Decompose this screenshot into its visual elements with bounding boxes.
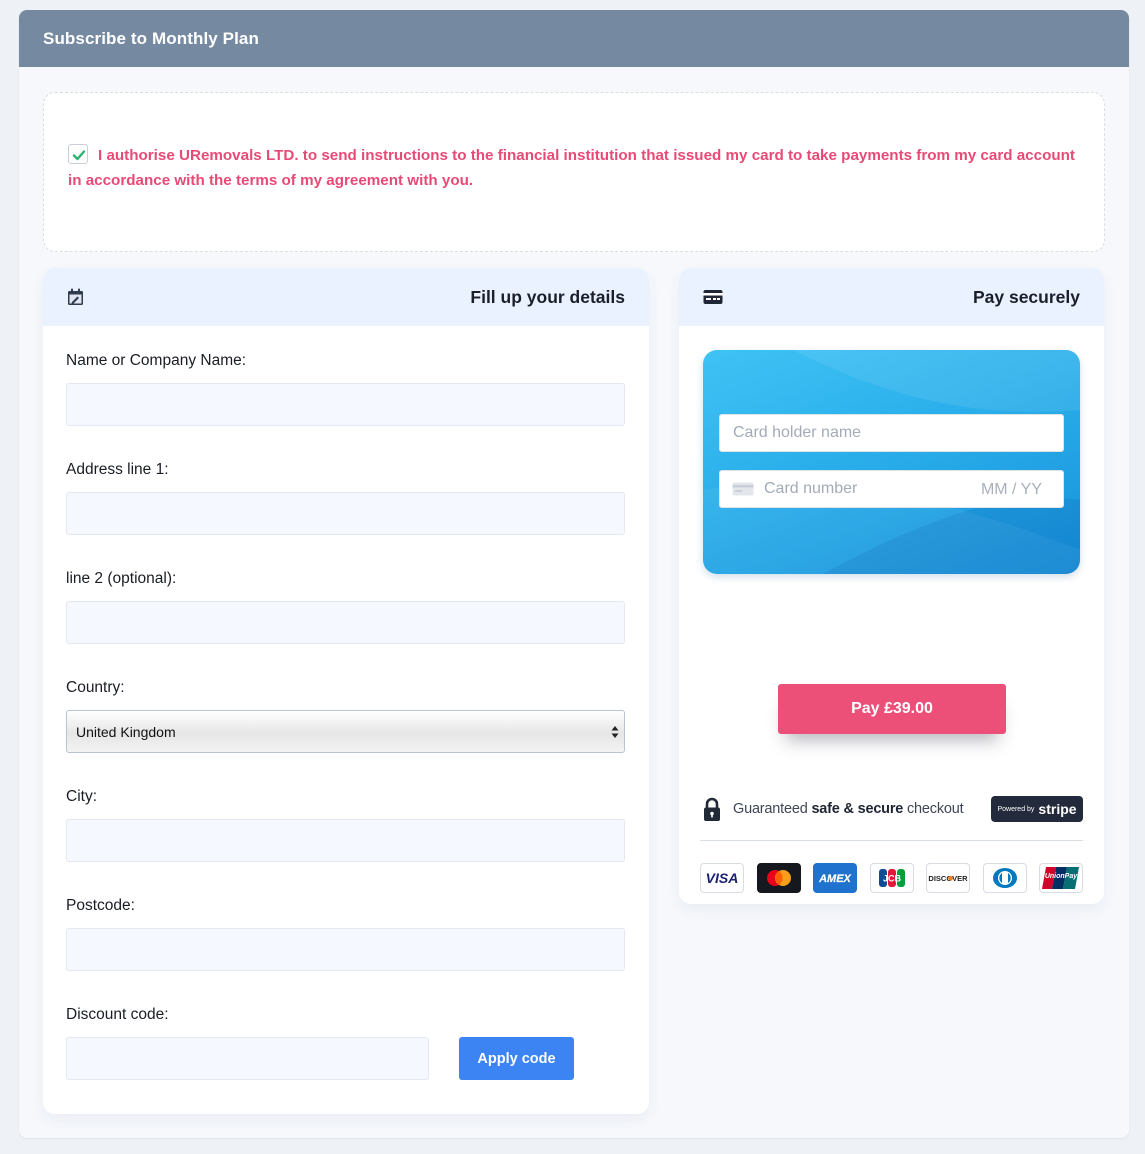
amex-icon: AMEX <box>813 863 857 893</box>
payment-panel: Pay securely Card holder name Card numbe… <box>679 268 1104 904</box>
pay-button[interactable]: Pay £39.00 <box>778 684 1006 734</box>
subscription-window: Subscribe to Monthly Plan I authorise UR… <box>19 10 1129 1138</box>
checkmark-icon <box>72 150 86 161</box>
details-title: Fill up your details <box>470 286 625 307</box>
credit-card-icon <box>703 290 723 304</box>
powered-by-stripe-badge: Powered by stripe <box>991 796 1083 822</box>
postcode-input[interactable] <box>66 928 625 971</box>
svg-text:DISCOVER: DISCOVER <box>928 874 968 883</box>
authorisation-checkbox[interactable] <box>68 144 88 164</box>
divider <box>700 840 1083 841</box>
name-label: Name or Company Name: <box>66 352 247 369</box>
authorisation-box: I authorise URemovals LTD. to send instr… <box>43 92 1105 252</box>
card-number-placeholder: Card number <box>764 480 858 497</box>
city-label: City: <box>66 788 97 805</box>
card-number-input[interactable]: Card number MM / YY <box>719 470 1064 508</box>
svg-text:VISA: VISA <box>706 871 739 885</box>
authorisation-text: I authorise URemovals LTD. to send instr… <box>68 147 1075 189</box>
name-input[interactable] <box>66 383 625 426</box>
card-form: Card holder name Card number MM / YY <box>703 350 1080 574</box>
postcode-label: Postcode: <box>66 897 135 914</box>
details-panel-header: Fill up your details <box>43 268 649 326</box>
country-select[interactable]: United Kingdom <box>66 710 625 753</box>
payment-panel-header: Pay securely <box>679 268 1104 326</box>
card-brand-placeholder-icon <box>732 482 754 496</box>
svg-text:UnionPay: UnionPay <box>1045 873 1078 880</box>
page-title: Subscribe to Monthly Plan <box>43 28 259 48</box>
authorisation-statement: I authorise URemovals LTD. to send instr… <box>68 143 1080 193</box>
discount-label: Discount code: <box>66 1006 169 1023</box>
mastercard-icon <box>756 863 801 893</box>
window-header: Subscribe to Monthly Plan <box>19 10 1129 67</box>
apply-code-button[interactable]: Apply code <box>459 1037 574 1080</box>
address2-input[interactable] <box>66 601 625 644</box>
select-arrows-icon <box>611 726 619 738</box>
card-holder-placeholder: Card holder name <box>733 424 862 441</box>
secure-checkout-row: Guaranteed safe & secure checkout Powere… <box>703 794 1083 824</box>
diners-club-icon <box>982 863 1027 893</box>
city-input[interactable] <box>66 819 625 862</box>
unionpay-icon: UnionPay <box>1039 863 1083 893</box>
details-panel: Fill up your details Name or Company Nam… <box>43 268 649 1114</box>
country-select-value: United Kingdom <box>76 723 176 740</box>
jcb-icon: JCB <box>869 863 914 893</box>
payment-title: Pay securely <box>972 286 1080 307</box>
address2-label: line 2 (optional): <box>66 570 177 587</box>
discover-icon: DISCOVER <box>926 863 970 893</box>
card-expiry-input[interactable]: MM / YY <box>981 481 1042 499</box>
svg-text:AMEX: AMEX <box>818 873 851 885</box>
card-background-decoration <box>703 350 1080 574</box>
visa-icon: VISA <box>700 863 744 893</box>
powered-by-text: Powered by <box>997 805 1035 813</box>
card-brands-row: VISA AMEX JCB DISCOVER UnionPay <box>700 863 1083 893</box>
lock-icon <box>704 797 720 821</box>
country-label: Country: <box>66 679 125 696</box>
card-holder-input[interactable]: Card holder name <box>719 414 1064 452</box>
calendar-edit-icon <box>68 288 83 305</box>
svg-text:JCB: JCB <box>882 874 901 884</box>
address1-label: Address line 1: <box>66 461 169 478</box>
secure-checkout-text: Guaranteed safe & secure checkout <box>733 801 964 817</box>
discount-input[interactable] <box>66 1037 429 1080</box>
stripe-logo: stripe <box>1038 801 1077 817</box>
address1-input[interactable] <box>66 492 625 535</box>
details-form: Name or Company Name: Address line 1: li… <box>43 326 649 1080</box>
discount-row: Apply code <box>66 1037 626 1080</box>
